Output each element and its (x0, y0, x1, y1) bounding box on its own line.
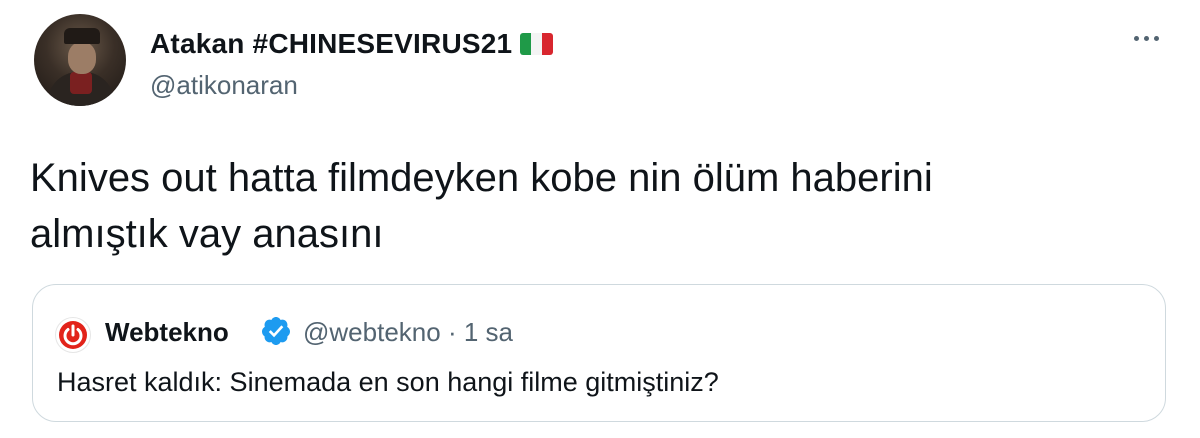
quoted-display-name[interactable]: Webtekno (105, 317, 229, 348)
more-dot-icon (1154, 36, 1159, 41)
tweet-text-line: Knives out hatta filmdeyken kobe nin ölü… (30, 156, 933, 200)
more-options-button[interactable] (1128, 30, 1165, 47)
author-handle[interactable]: @atikonaran (150, 70, 298, 101)
avatar-face (68, 42, 96, 74)
author-avatar[interactable] (34, 14, 126, 106)
webtekno-logo-icon[interactable] (55, 317, 91, 353)
quoted-time[interactable]: 1 sa (464, 317, 513, 347)
quoted-handle[interactable]: @webtekno (303, 317, 441, 347)
power-logo-icon (59, 321, 87, 349)
more-dot-icon (1134, 36, 1139, 41)
quoted-meta: @webtekno · 1 sa (303, 317, 513, 348)
author-display-name[interactable]: Atakan #CHINESEVIRUS21 (150, 28, 512, 60)
verified-badge-icon (261, 317, 290, 345)
italy-flag-icon (520, 33, 554, 55)
more-dot-icon (1144, 36, 1149, 41)
tweet-text-line: almıştık vay anasını (30, 212, 384, 256)
meta-separator: · (447, 317, 457, 347)
avatar-hat (64, 28, 100, 44)
quoted-tweet-card[interactable]: Webtekno @webtekno · 1 sa Hasret kaldık:… (32, 284, 1166, 422)
quoted-tweet-text: Hasret kaldık: Sinemada en son hangi fil… (57, 367, 719, 397)
avatar-scarf (70, 72, 92, 94)
author-display-name-row[interactable]: Atakan #CHINESEVIRUS21 (150, 28, 554, 60)
tweet-text: Knives out hatta filmdeyken kobe nin ölü… (30, 150, 1150, 262)
